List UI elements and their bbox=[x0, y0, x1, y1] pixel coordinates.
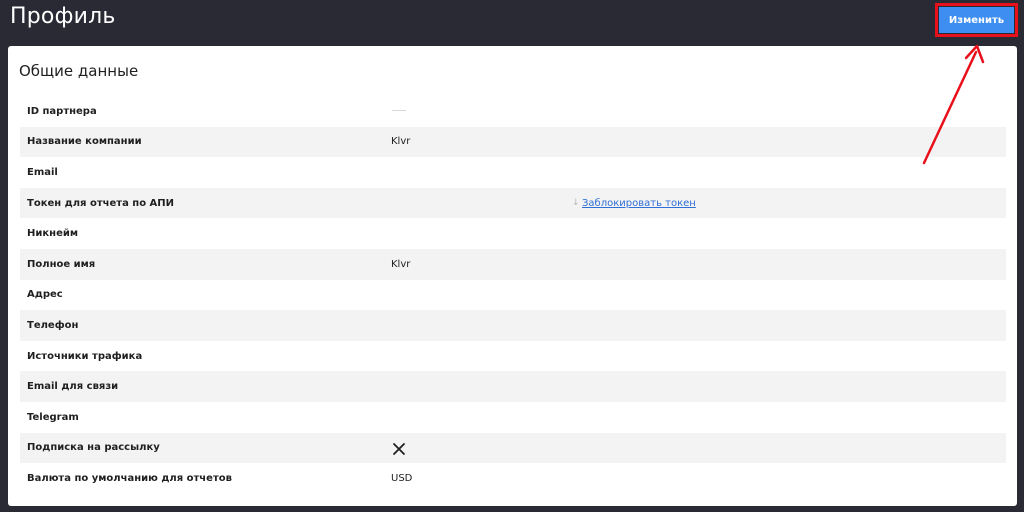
field-label: Email bbox=[27, 166, 58, 178]
field-label: Email для связи bbox=[27, 381, 119, 393]
field-row-default-currency: Валюта по умолчанию для отчетов USD bbox=[20, 463, 1006, 494]
field-row-company-name: Название компании Klvr bbox=[20, 126, 1006, 158]
edit-button[interactable]: Изменить bbox=[939, 7, 1014, 33]
field-label: Токен для отчета по АПИ bbox=[27, 197, 175, 209]
field-label: Источники трафика bbox=[27, 350, 143, 362]
field-row-newsletter: Подписка на рассылку bbox=[20, 432, 1006, 464]
field-label: Название компании bbox=[27, 136, 142, 148]
field-label: Подписка на рассылку bbox=[27, 442, 160, 454]
section-title: Общие данные bbox=[19, 62, 139, 80]
field-label: Телефон bbox=[27, 319, 79, 331]
page-title: Профиль bbox=[10, 4, 116, 29]
field-row-email: Email bbox=[20, 157, 1006, 188]
field-label: Telegram bbox=[27, 411, 79, 423]
field-label: ID партнера bbox=[27, 105, 97, 117]
block-token-link[interactable]: Заблокировать токен bbox=[582, 198, 696, 209]
field-row-api-token: Токен для отчета по АПИ ↓ Заблокировать … bbox=[20, 187, 1006, 219]
field-label: Никнейм bbox=[27, 228, 79, 240]
field-row-telegram: Telegram bbox=[20, 402, 1006, 433]
field-label: Адрес bbox=[27, 289, 63, 301]
empty-value-mark bbox=[392, 110, 406, 111]
field-label: Валюта по умолчанию для отчетов bbox=[27, 472, 232, 484]
field-label: Полное имя bbox=[27, 258, 96, 270]
field-row-contact-email: Email для связи bbox=[20, 371, 1006, 402]
field-value: Klvr bbox=[391, 258, 411, 270]
profile-card: Общие данные ID партнера Название компан… bbox=[8, 46, 1017, 506]
field-row-address: Адрес bbox=[20, 280, 1006, 311]
close-icon bbox=[393, 442, 405, 455]
edit-button-highlight: Изменить bbox=[935, 3, 1018, 37]
field-row-partner-id: ID партнера bbox=[20, 96, 1006, 127]
token-value-mark: ↓ bbox=[572, 198, 580, 209]
field-row-nickname: Никнейм bbox=[20, 218, 1006, 249]
field-value: USD bbox=[391, 472, 413, 484]
field-row-phone: Телефон bbox=[20, 310, 1006, 341]
field-row-full-name: Полное имя Klvr bbox=[20, 248, 1006, 280]
field-value: Klvr bbox=[391, 136, 411, 148]
field-row-traffic-sources: Источники трафика bbox=[20, 341, 1006, 372]
profile-fields: ID партнера Название компании Klvr Email… bbox=[20, 96, 1006, 494]
top-bar: Профиль Изменить bbox=[0, 0, 1024, 44]
